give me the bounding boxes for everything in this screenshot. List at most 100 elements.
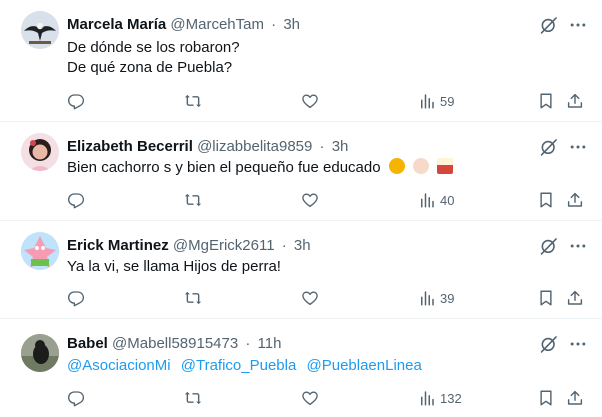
tweet-text-line: De dónde se los robaron? bbox=[67, 39, 240, 56]
tweet-text-line: Ya la vi, se llama Hijos de perra! bbox=[67, 258, 281, 275]
retweet-button[interactable] bbox=[184, 288, 202, 308]
grok-icon[interactable] bbox=[539, 15, 559, 35]
eagle-avatar-image bbox=[21, 11, 59, 49]
reply-icon bbox=[67, 389, 85, 407]
popcorn-icon bbox=[437, 158, 454, 174]
tweet-header: Erick Martinez @MgErick2611 · 3h bbox=[67, 237, 311, 254]
author-handle[interactable]: @MgErick2611 bbox=[173, 237, 275, 254]
author-name[interactable]: Elizabeth Becerril bbox=[67, 138, 193, 155]
bookmark-button[interactable] bbox=[537, 91, 555, 111]
bookmark-button[interactable] bbox=[537, 190, 555, 210]
share-button[interactable] bbox=[566, 91, 584, 111]
avatar[interactable] bbox=[21, 232, 59, 270]
reply-icon bbox=[67, 289, 85, 307]
author-name[interactable]: Erick Martinez bbox=[67, 237, 169, 254]
timestamp[interactable]: 3h bbox=[332, 138, 349, 155]
views-count: 59 bbox=[440, 93, 455, 109]
more-icon[interactable] bbox=[567, 334, 589, 354]
clapping-hands-icon bbox=[412, 158, 429, 174]
tweet-2[interactable]: Elizabeth Becerril @lizabbelita9859 · 3h… bbox=[0, 122, 602, 221]
tweet-text-line: De qué zona de Puebla? bbox=[67, 59, 233, 76]
share-button[interactable] bbox=[566, 388, 584, 408]
views-button[interactable]: 40 bbox=[418, 190, 454, 210]
more-icon[interactable] bbox=[567, 15, 589, 35]
views-icon bbox=[418, 389, 436, 407]
share-icon bbox=[566, 191, 584, 209]
timestamp[interactable]: 3h bbox=[294, 237, 311, 254]
tweet-text: @AsociacionMi @Trafico_Puebla @PueblaenL… bbox=[67, 356, 422, 376]
bookmark-icon bbox=[537, 289, 555, 307]
share-icon bbox=[566, 289, 584, 307]
views-button[interactable]: 39 bbox=[418, 288, 454, 308]
share-button[interactable] bbox=[566, 190, 584, 210]
avatar[interactable] bbox=[21, 334, 59, 372]
retweet-icon bbox=[184, 289, 202, 307]
like-button[interactable] bbox=[301, 91, 319, 111]
woman-avatar-image bbox=[21, 133, 59, 171]
more-icon[interactable] bbox=[567, 137, 589, 157]
mention-link[interactable]: @Trafico_Puebla bbox=[181, 357, 297, 374]
bookmark-icon bbox=[537, 92, 555, 110]
share-button[interactable] bbox=[566, 288, 584, 308]
reply-button[interactable] bbox=[67, 388, 85, 408]
grok-icon[interactable] bbox=[539, 236, 559, 256]
retweet-button[interactable] bbox=[184, 190, 202, 210]
author-name[interactable]: Babel bbox=[67, 335, 108, 352]
views-icon bbox=[418, 289, 436, 307]
tweet-text-line: Bien cachorro s y bien el pequeño fue ed… bbox=[67, 159, 381, 176]
views-button[interactable]: 132 bbox=[418, 388, 462, 408]
action-bar: 59 bbox=[0, 91, 602, 111]
like-icon bbox=[301, 289, 319, 307]
tweet-1[interactable]: Marcela María @MarcehTam · 3h De dónde s… bbox=[0, 0, 602, 122]
reply-button[interactable] bbox=[67, 91, 85, 111]
reply-button[interactable] bbox=[67, 288, 85, 308]
retweet-icon bbox=[184, 191, 202, 209]
like-button[interactable] bbox=[301, 190, 319, 210]
action-bar: 40 bbox=[0, 190, 602, 210]
tweet-4[interactable]: Babel @Mabell58915473 · 11h @AsociacionM… bbox=[0, 319, 602, 417]
bookmark-icon bbox=[537, 191, 555, 209]
views-count: 132 bbox=[440, 390, 462, 406]
like-button[interactable] bbox=[301, 288, 319, 308]
like-button[interactable] bbox=[301, 388, 319, 408]
avatar[interactable] bbox=[21, 133, 59, 171]
tweet-text: De dónde se los robaron? De qué zona de … bbox=[67, 38, 240, 78]
share-icon bbox=[566, 92, 584, 110]
tweet-3[interactable]: Erick Martinez @MgErick2611 · 3h Ya la v… bbox=[0, 221, 602, 319]
separator-dot: · bbox=[319, 138, 325, 155]
like-icon bbox=[301, 389, 319, 407]
like-icon bbox=[301, 92, 319, 110]
timestamp[interactable]: 11h bbox=[258, 335, 282, 352]
shushing-face-icon bbox=[388, 158, 405, 174]
bookmark-button[interactable] bbox=[537, 388, 555, 408]
views-count: 39 bbox=[440, 290, 455, 306]
grok-icon[interactable] bbox=[539, 137, 559, 157]
like-icon bbox=[301, 191, 319, 209]
grok-icon[interactable] bbox=[539, 334, 559, 354]
reply-icon bbox=[67, 191, 85, 209]
mention-link[interactable]: @AsociacionMi bbox=[67, 357, 171, 374]
retweet-button[interactable] bbox=[184, 388, 202, 408]
separator-dot: · bbox=[271, 16, 277, 33]
views-icon bbox=[418, 92, 436, 110]
reply-icon bbox=[67, 92, 85, 110]
timestamp[interactable]: 3h bbox=[283, 16, 300, 33]
author-handle[interactable]: @Mabell58915473 bbox=[112, 335, 238, 352]
reply-button[interactable] bbox=[67, 190, 85, 210]
dog-avatar-image bbox=[21, 334, 59, 372]
author-handle[interactable]: @lizabbelita9859 bbox=[197, 138, 312, 155]
avatar[interactable] bbox=[21, 11, 59, 49]
retweet-button[interactable] bbox=[184, 91, 202, 111]
more-icon[interactable] bbox=[567, 236, 589, 256]
separator-dot: · bbox=[281, 237, 287, 254]
patrick-avatar-image bbox=[21, 232, 59, 270]
separator-dot: · bbox=[245, 335, 251, 352]
mention-link[interactable]: @PueblaenLinea bbox=[307, 357, 422, 374]
views-button[interactable]: 59 bbox=[418, 91, 454, 111]
author-handle[interactable]: @MarcehTam bbox=[170, 16, 264, 33]
author-name[interactable]: Marcela María bbox=[67, 16, 166, 33]
tweet-text: Ya la vi, se llama Hijos de perra! bbox=[67, 257, 281, 277]
tweet-text: Bien cachorro s y bien el pequeño fue ed… bbox=[67, 158, 454, 178]
bookmark-button[interactable] bbox=[537, 288, 555, 308]
share-icon bbox=[566, 389, 584, 407]
